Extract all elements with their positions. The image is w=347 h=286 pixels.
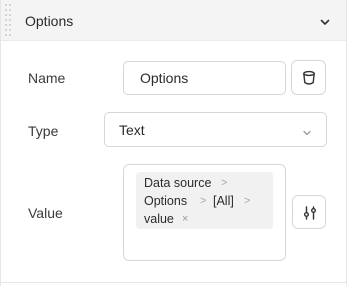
type-select-value: Text — [119, 122, 145, 138]
path-segment-data-source: Data source — [144, 176, 212, 190]
name-label: Name — [28, 70, 66, 86]
section-header[interactable]: Options — [1, 0, 346, 41]
drag-handle-icon[interactable] — [5, 4, 13, 38]
path-segment-all: [All] — [213, 194, 234, 208]
chevron-right-icon: > — [244, 195, 251, 207]
type-select[interactable]: Text — [104, 112, 327, 147]
value-label: Value — [28, 205, 63, 221]
name-datasource-button[interactable] — [291, 60, 326, 95]
type-label: Type — [28, 123, 59, 139]
path-segment-options: Options — [144, 194, 188, 208]
path-segment-value: value — [144, 212, 174, 226]
options-panel: Options Name Options Type Text Value Dat… — [0, 0, 347, 286]
value-path-chip[interactable]: Data source > Options > [All] > value × — [136, 172, 273, 229]
name-input[interactable]: Options — [123, 61, 286, 95]
divider — [1, 282, 346, 283]
value-settings-button[interactable] — [292, 195, 326, 229]
value-editor[interactable]: Data source > Options > [All] > value × — [123, 164, 286, 261]
section-title: Options — [25, 13, 74, 29]
chevron-right-icon: > — [221, 177, 228, 189]
chevron-down-icon — [302, 125, 312, 143]
chevron-down-icon[interactable] — [319, 15, 331, 27]
remove-path-icon[interactable]: × — [182, 213, 188, 225]
chevron-right-icon: > — [200, 195, 207, 207]
